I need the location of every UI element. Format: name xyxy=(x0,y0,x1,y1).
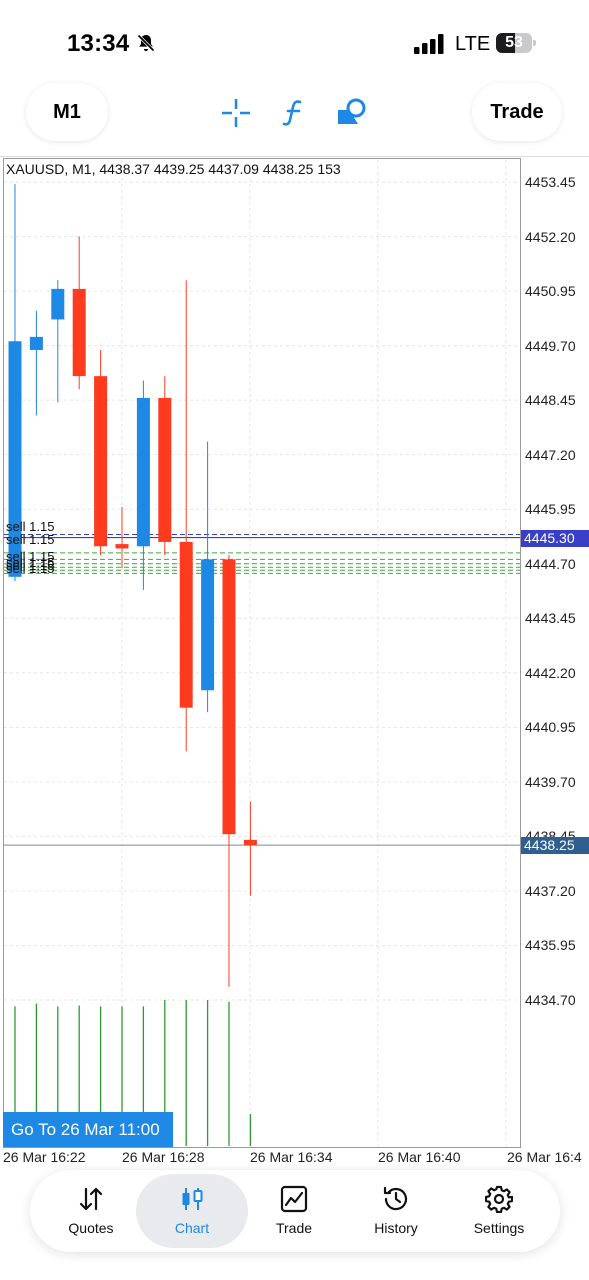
price-tick-label: 4450.95 xyxy=(525,283,576,300)
candle-body xyxy=(72,288,86,377)
candle-body xyxy=(136,397,150,547)
price-tick-label: 4442.20 xyxy=(525,664,576,681)
order-label: sell 1.15 xyxy=(6,561,55,576)
tab-trade-label: Trade xyxy=(275,1220,313,1236)
candle-body xyxy=(179,541,193,708)
tab-quotes[interactable]: Quotes xyxy=(38,1170,144,1252)
history-clock-icon xyxy=(383,1186,408,1211)
time-tick-label: 26 Mar 16:34 xyxy=(250,1149,333,1165)
price-tick-label: 4444.70 xyxy=(525,555,576,572)
candle-body xyxy=(201,559,215,691)
tab-quotes-label: Quotes xyxy=(68,1220,114,1236)
bottom-tab-bar: Quotes Chart Trade History Settings xyxy=(30,1170,560,1252)
tab-settings[interactable]: Settings xyxy=(446,1170,552,1252)
candle-body xyxy=(51,288,65,320)
time-tick-label: 26 Mar 16:4 xyxy=(507,1149,582,1165)
price-tick-label: 4440.95 xyxy=(525,719,576,736)
order-label: sell 1.15 xyxy=(6,532,55,547)
price-tick-label: 4437.20 xyxy=(525,882,576,899)
price-tick-label: 4452.20 xyxy=(525,228,576,245)
price-tick-label: 4449.70 xyxy=(525,337,576,354)
candle-body xyxy=(94,376,108,547)
tab-history-label: History xyxy=(374,1220,418,1236)
candle-body xyxy=(115,544,129,549)
candle-body xyxy=(243,839,257,846)
price-tick-label: 4453.45 xyxy=(525,174,576,190)
tab-chart-label: Chart xyxy=(174,1220,210,1236)
tab-chart[interactable]: Chart xyxy=(139,1170,245,1252)
order-price-tag: 4445.30 xyxy=(521,530,589,547)
price-tick-label: 4435.95 xyxy=(525,937,576,954)
tab-history[interactable]: History xyxy=(343,1170,449,1252)
candle-body xyxy=(158,397,172,542)
chart-header: XAUUSD, M1, 4438.37 4439.25 4437.09 4438… xyxy=(6,161,341,177)
price-tick-label: 4443.45 xyxy=(525,610,576,627)
price-tick-label: 4434.70 xyxy=(525,992,576,1008)
candle-body xyxy=(29,336,43,350)
candle-body xyxy=(222,559,236,835)
price-tick-label: 4445.95 xyxy=(525,501,576,518)
price-tick-label: 4439.70 xyxy=(525,773,576,790)
time-tick-label: 26 Mar 16:28 xyxy=(122,1149,205,1165)
price-tick-label: 4448.45 xyxy=(525,392,576,409)
goto-date-button[interactable]: Go To 26 Mar 11:00 xyxy=(3,1112,173,1147)
time-tick-label: 26 Mar 16:22 xyxy=(3,1149,86,1165)
chart-candles-icon xyxy=(182,1188,203,1210)
current-price-tag: 4438.25 xyxy=(521,837,589,854)
time-tick-label: 26 Mar 16:40 xyxy=(378,1149,461,1165)
quotes-icon xyxy=(79,1187,103,1211)
tab-trade[interactable]: Trade xyxy=(241,1170,347,1252)
trade-chart-icon xyxy=(280,1185,308,1213)
tab-settings-label: Settings xyxy=(473,1220,525,1236)
price-tick-label: 4447.20 xyxy=(525,446,576,463)
gear-icon xyxy=(485,1185,513,1213)
